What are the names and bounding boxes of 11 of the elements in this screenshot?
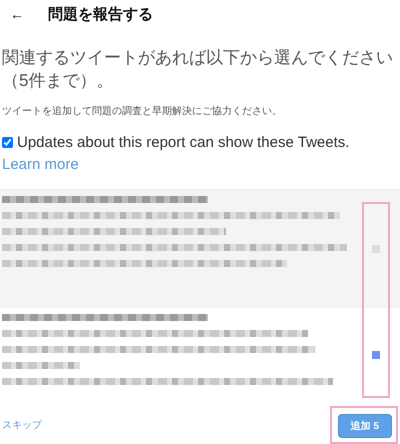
tweet-row[interactable] xyxy=(0,190,400,308)
consent-label: Updates about this report can show these Tweets. xyxy=(17,134,350,151)
help-text: ツイートを追加して問題の調査と早期解決にご協力ください。 xyxy=(2,104,283,118)
select-indicator[interactable] xyxy=(372,351,380,359)
page-title: 問題を報告する xyxy=(48,4,153,24)
consent-checkbox[interactable] xyxy=(2,137,13,148)
skip-link[interactable]: スキップ xyxy=(2,418,42,432)
learn-more-link[interactable]: Learn more xyxy=(2,156,79,173)
question-heading: 関連するツイートがあれば以下から選んでください（5件まで）。 xyxy=(2,47,394,92)
back-button[interactable]: ← xyxy=(10,6,24,22)
add-button[interactable]: 追加 5 xyxy=(338,414,392,438)
